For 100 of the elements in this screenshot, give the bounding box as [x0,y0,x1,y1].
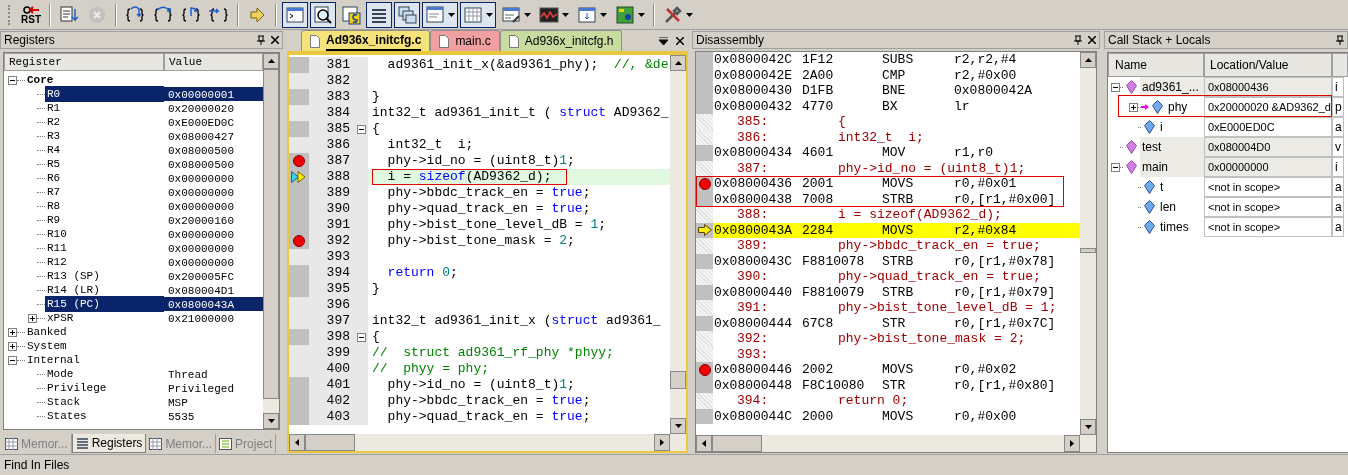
braces-icon [153,4,173,25]
gutter-cell[interactable] [289,121,309,137]
gutter-cell[interactable] [696,393,713,409]
scroll-left-icon[interactable] [295,439,299,446]
symbol-name[interactable]: phy [1166,97,1204,117]
file-icon [508,34,519,48]
toolbar-button[interactable] [460,1,496,28]
collapse-icon[interactable] [1111,82,1120,92]
assembly-line[interactable]: 0x0800043C F8810078 STRB r0,[r1,#0x78] [713,253,1080,269]
toolbar-button[interactable] [394,1,420,28]
gutter-cell[interactable] [696,114,713,130]
assembly-line[interactable]: 0x08000448 F8C10080 STR r0,[r1,#0x80] [713,377,1080,393]
gutter-cell[interactable] [696,52,713,68]
gutter-cell[interactable] [289,89,309,105]
assembly-line[interactable]: 0x08000436 2001 MOVS r0,#0x01 [713,176,1064,192]
symbol-name[interactable]: main [1140,157,1204,177]
toolbar-button[interactable] [310,1,336,28]
file-tab[interactable]: Ad936x_initcfg.h [499,30,623,51]
assembly-line[interactable]: 0x08000438 7008 STRB r0,[r1,#0x00] [713,191,1064,207]
gutter-cell[interactable] [289,329,309,345]
scrollbar[interactable] [1080,52,1096,435]
assembly-line[interactable]: 0x08000430 D1FB BNE 0x0800042A [713,83,1080,99]
symbol-name[interactable]: ad9361_... [1140,77,1204,97]
assembly-line[interactable]: 0x08000440 F8810079 STRB r0,[r1,#0x79] [713,284,1080,300]
expand-icon[interactable] [1129,102,1138,112]
symbol-name[interactable]: i [1158,117,1204,137]
gutter-cell[interactable] [289,153,309,169]
toolbar-button[interactable] [366,1,392,28]
line-number: 401 [309,377,354,393]
plug-icon [22,5,40,15]
code-line: int32_t ad9361_init_t ( struct AD9362_ [372,105,669,121]
assembly-line[interactable]: 0x08000444 67C8 STR r0,[r1,#0x7C] [713,315,1080,331]
gutter-cell[interactable] [289,249,309,265]
toolbar-button[interactable] [422,1,458,28]
code-line: phy->bbdc_track_en = true; [386,185,591,201]
symbol-name[interactable]: t [1158,177,1204,197]
expand-icon[interactable] [8,341,17,351]
assembly-line[interactable]: 0x08000432 4770 BX lr [713,98,1080,114]
gutter-cell[interactable] [696,238,713,254]
file-tab[interactable]: main.c [430,30,500,51]
scroll-thumb[interactable] [1080,248,1096,253]
file-tab[interactable]: Ad936x_initcfg.c [301,30,431,51]
scroll-down-icon[interactable] [674,424,682,428]
register-name[interactable]: R0 [45,85,164,103]
gutter-cell[interactable] [696,145,713,161]
assembly-line[interactable]: 0x08000434 4601 MOV r1,r0 [713,145,1080,161]
collapse-icon[interactable] [8,355,17,365]
column-header[interactable]: Location/Value [1204,53,1332,77]
pin-icon [1336,35,1344,45]
scroll-down-icon[interactable] [1084,425,1092,429]
gutter-cell[interactable] [289,377,309,393]
column-header[interactable]: Register [4,53,164,71]
scroll-thumb[interactable] [305,434,355,451]
toolbar-button[interactable]: RST [18,1,44,28]
scroll-up-icon[interactable] [674,61,682,65]
gutter-cell[interactable] [696,331,713,347]
assembly-line[interactable]: 0x0800042C 1F12 SUBS r2,r2,#4 [713,52,1080,68]
gutter-cell[interactable] [289,281,309,297]
scroll-up-icon[interactable] [267,59,275,63]
collapse-icon[interactable] [8,75,17,85]
symbol-name[interactable]: len [1158,197,1204,217]
scroll-up-icon[interactable] [1084,58,1092,62]
register-value: 0x00000000 [167,186,235,199]
column-header[interactable]: Name [1108,53,1204,77]
gutter-cell[interactable] [289,73,309,89]
source-line: 392: phy->bist_tone_mask = 2; [736,331,1027,347]
gutter-cell[interactable] [289,137,309,153]
gutter-cell[interactable] [289,409,309,425]
expand-icon[interactable] [8,327,17,337]
gutter-cell[interactable] [289,233,309,249]
table-cell: a [1332,217,1344,237]
gutter-cell[interactable] [696,300,713,316]
assembly-line[interactable]: 0x0800042E 2A00 CMP r2,#0x00 [713,67,1080,83]
code-line: int32_t i; [386,137,474,153]
scrollbar[interactable] [696,435,1096,452]
gutter-cell[interactable] [696,207,713,223]
collapse-icon[interactable] [1111,162,1120,172]
symbol-name[interactable]: test [1140,137,1204,157]
scroll-left-icon[interactable] [702,440,706,447]
scrollbar[interactable] [289,434,686,451]
register-name[interactable]: R15 (PC) [45,295,164,313]
panel-tab[interactable]: Registers [71,434,147,453]
gutter-cell[interactable] [696,269,713,285]
scroll-right-icon[interactable] [1070,440,1074,447]
assembly-line[interactable]: 0x0800044C 2000 MOVS r0,#0x00 [713,408,1080,424]
assembly-line[interactable]: 0x08000446 2002 MOVS r0,#0x02 [713,362,1080,378]
window-icon [285,4,305,25]
gutter-cell[interactable] [289,105,309,121]
scroll-down-icon[interactable] [267,419,275,423]
gutter-cell[interactable] [289,265,309,281]
scroll-thumb[interactable] [670,371,686,389]
scroll-thumb[interactable] [712,435,762,452]
gutter-cell[interactable] [289,57,309,73]
symbol-name[interactable]: times [1158,217,1204,237]
scroll-right-icon[interactable] [660,439,664,446]
scrollbar[interactable] [670,55,686,434]
expand-icon[interactable] [28,313,37,323]
toolbar-button[interactable] [282,1,308,28]
column-header[interactable]: Value [164,53,263,71]
column-header[interactable] [1332,53,1348,77]
